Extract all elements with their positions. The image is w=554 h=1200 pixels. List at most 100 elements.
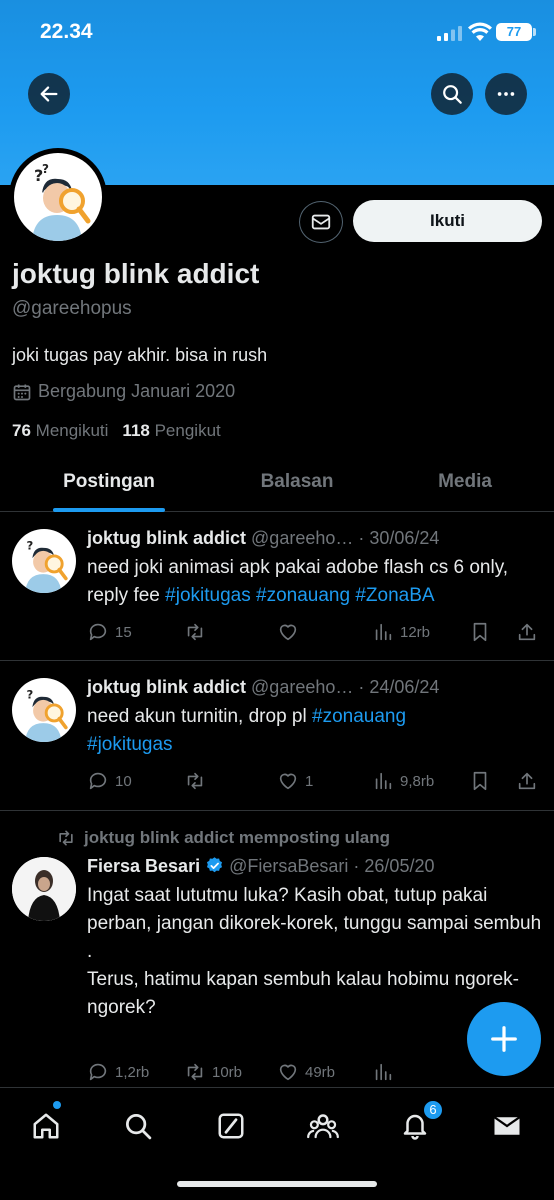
hashtag-link[interactable]: #zonauang <box>312 706 406 727</box>
svg-text:?: ? <box>27 687 34 701</box>
svg-text:?: ? <box>42 162 49 176</box>
tweet-meta: @FiersaBesari · 26/05/20 <box>229 856 435 876</box>
grok-slash-icon <box>218 1113 244 1139</box>
heart-icon <box>279 1064 297 1081</box>
followers-label: Pengikut <box>154 421 221 440</box>
tweet-avatar[interactable] <box>12 857 76 921</box>
people-icon <box>307 1114 339 1139</box>
views-button[interactable]: 9,8rb <box>372 769 434 793</box>
tab-media[interactable]: Media <box>386 452 544 512</box>
retweet-button[interactable] <box>184 769 206 793</box>
bookmark-button[interactable] <box>469 620 491 644</box>
arrow-left-icon <box>40 86 58 102</box>
share-button[interactable] <box>516 769 538 793</box>
views-chart-icon <box>375 1063 392 1081</box>
home-unread-dot <box>53 1101 61 1109</box>
hashtag-link[interactable]: #ZonaBA <box>355 585 434 606</box>
follow-button[interactable]: Ikuti <box>353 200 542 242</box>
status-bar: 22.34 77 <box>0 0 554 62</box>
status-time: 22.34 <box>40 20 93 43</box>
joined-text: Bergabung Januari 2020 <box>38 381 236 401</box>
tweet-author-name[interactable]: joktug blink addict <box>87 528 246 548</box>
hashtag-link[interactable]: #zonauang <box>256 585 350 606</box>
tweet-author-name[interactable]: joktug blink addict <box>87 677 246 697</box>
reply-icon <box>89 623 107 641</box>
bookmark-button[interactable] <box>469 769 491 793</box>
share-icon <box>518 772 536 790</box>
tweet-actions: 1,2rb 10rb 49rb <box>87 1060 542 1084</box>
like-button[interactable]: 1 <box>277 769 313 793</box>
following-link[interactable]: 76 Mengikuti <box>12 421 108 441</box>
reply-button[interactable]: 1,2rb <box>87 1060 149 1084</box>
retweet-icon <box>187 1063 203 1081</box>
tweet-item[interactable]: ? joktug blink addict @gareeho… · 24/06/… <box>0 661 554 811</box>
like-button[interactable]: 49rb <box>277 1060 335 1084</box>
views-button[interactable] <box>372 1060 394 1084</box>
tweet-meta: @gareeho… · 24/06/24 <box>251 677 440 697</box>
notification-badge: 6 <box>422 1099 444 1121</box>
plus-icon <box>491 1026 517 1052</box>
more-dots-icon <box>497 92 515 96</box>
retweet-icon <box>187 623 203 641</box>
tweet-text-line: Terus, hatimu kapan sembuh kalau hobimu … <box>87 969 519 1018</box>
profile-avatar[interactable]: ? ? <box>9 148 107 246</box>
compose-button[interactable] <box>467 1002 541 1076</box>
mail-icon <box>311 214 331 230</box>
battery-indicator: 77 <box>496 23 536 41</box>
tweet-avatar[interactable]: ? <box>12 529 76 593</box>
search-icon <box>443 85 462 104</box>
home-indicator[interactable] <box>177 1181 377 1187</box>
reply-button[interactable]: 10 <box>87 769 132 793</box>
profile-bio: joki tugas pay akhir. bisa in rush <box>12 345 268 365</box>
hashtag-link[interactable]: #jokitugas <box>87 734 173 755</box>
share-button[interactable] <box>516 620 538 644</box>
like-count: 1 <box>305 772 314 790</box>
more-options-button[interactable] <box>485 73 527 115</box>
nav-home[interactable] <box>26 1106 66 1146</box>
tweet-author-name[interactable]: Fiersa Besari <box>87 856 200 876</box>
tweet-item[interactable]: ? joktug blink addict @gareeho… · 30/06/… <box>0 512 554 661</box>
profile-name: joktug blink addict <box>12 258 260 289</box>
views-chart-icon <box>375 623 392 641</box>
avatar-illustration-icon: ? ? <box>32 162 91 241</box>
tweet-meta: @gareeho… · 30/06/24 <box>251 528 440 548</box>
tab-postingan[interactable]: Postingan <box>30 452 188 512</box>
joined-date: Bergabung Januari 2020 <box>12 381 235 402</box>
like-count: 49rb <box>305 1063 336 1081</box>
back-button[interactable] <box>28 73 70 115</box>
retweet-button[interactable]: 10rb <box>184 1060 242 1084</box>
reply-button[interactable]: 15 <box>87 620 132 644</box>
tweet-header: joktug blink addict @gareeho… · 30/06/24 <box>87 528 439 549</box>
reply-count: 1,2rb <box>115 1063 150 1081</box>
tweet-header: Fiersa Besari @FiersaBesari · 26/05/20 <box>87 856 434 877</box>
retweet-count: 10rb <box>212 1063 243 1081</box>
views-button[interactable]: 12rb <box>372 620 430 644</box>
tweet-actions: 10 1 9,8rb <box>87 769 542 793</box>
tweet-text: need akun turnitin, drop pl #zonauang #j… <box>87 703 542 759</box>
nav-grok[interactable] <box>211 1106 251 1146</box>
tweet-text-line: Ingat saat lututmu luka? Kasih obat, tut… <box>87 885 542 934</box>
tweet-text-line: . <box>87 941 93 962</box>
reply-count: 15 <box>115 623 132 641</box>
tab-balasan[interactable]: Balasan <box>218 452 376 512</box>
views-count: 9,8rb <box>400 772 435 790</box>
nav-search[interactable] <box>118 1106 158 1146</box>
avatar-illustration-icon: ? <box>25 687 68 742</box>
followers-link[interactable]: 118 Pengikut <box>122 421 220 441</box>
hashtag-link[interactable]: #jokitugas <box>165 585 251 606</box>
following-label: Mengikuti <box>35 421 109 440</box>
message-button[interactable] <box>299 201 343 243</box>
retweet-button[interactable] <box>184 620 206 644</box>
tweet-avatar[interactable]: ? <box>12 678 76 742</box>
following-count: 76 <box>12 421 31 440</box>
follow-counts: 76 Mengikuti 118 Pengikut <box>12 421 221 441</box>
profile-handle: @gareehopus <box>12 298 132 319</box>
avatar-illustration-icon: ? <box>25 538 68 593</box>
bookmark-icon <box>473 622 487 642</box>
profile-tabs: Postingan Balasan Media <box>0 452 554 512</box>
search-button[interactable] <box>431 73 473 115</box>
nav-messages[interactable] <box>487 1106 527 1146</box>
nav-communities[interactable] <box>303 1106 343 1146</box>
verified-badge-icon <box>207 857 223 873</box>
like-button[interactable] <box>277 620 299 644</box>
